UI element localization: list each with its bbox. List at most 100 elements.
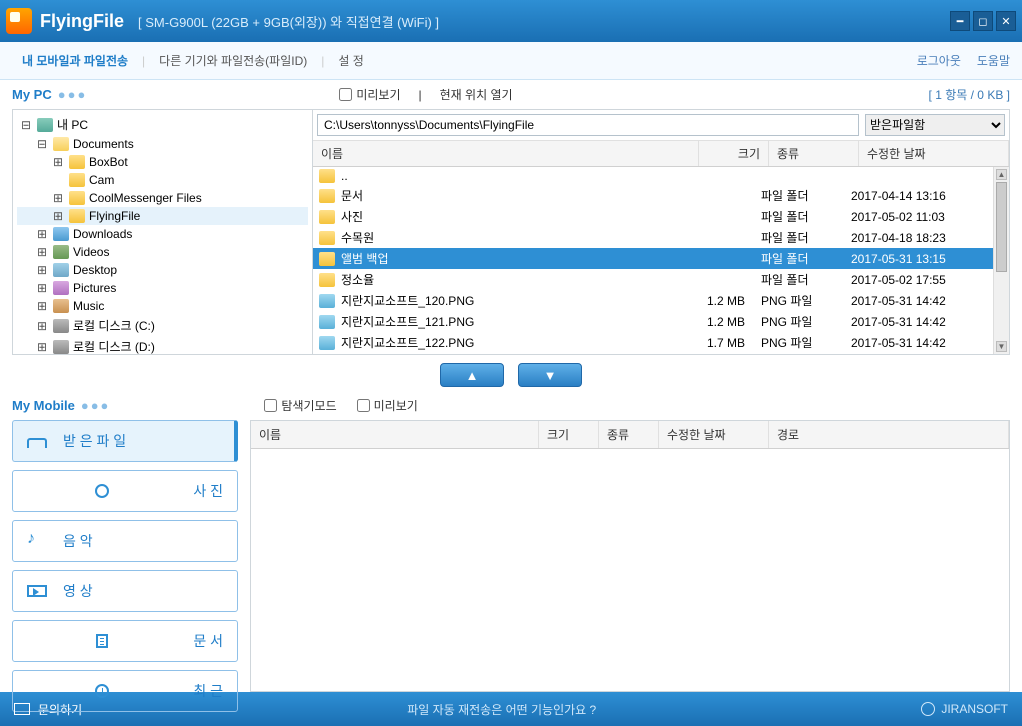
- video-icon: [53, 245, 69, 259]
- selection-status: [ 1 항목 / 0 KB ]: [929, 86, 1010, 103]
- folder-icon: [319, 252, 335, 266]
- tree-flyingfile[interactable]: ⊞FlyingFile: [17, 207, 308, 225]
- tab-mobile-transfer[interactable]: 내 모바일과 파일전송: [12, 48, 138, 73]
- file-row[interactable]: 지란지교소프트_123.PNG966 KBPNG 파일2017-05-31 14…: [313, 353, 993, 354]
- mobile-section: 받 은 파 일 사 진 음 악 영 상 문 서 최 근 이름 크기 종류 수정한…: [12, 420, 1010, 692]
- scrollbar[interactable]: ▲▼: [993, 167, 1009, 354]
- document-icon: [96, 634, 108, 648]
- nav-received-files[interactable]: 받 은 파 일: [12, 420, 238, 462]
- pc-section-header: My PC ●●● 미리보기 | 현재 위치 열기 [ 1 항목 / 0 KB …: [0, 80, 1022, 109]
- tree-coolmessenger[interactable]: ⊞CoolMessenger Files: [17, 189, 308, 207]
- png-icon: [319, 294, 335, 308]
- file-row-up[interactable]: ..: [313, 167, 993, 185]
- address-input[interactable]: [317, 114, 859, 136]
- mobile-preview-checkbox[interactable]: 미리보기: [357, 397, 418, 414]
- download-icon: [53, 227, 69, 241]
- mcol-name[interactable]: 이름: [251, 421, 539, 448]
- tree-boxbot[interactable]: ⊞BoxBot: [17, 153, 308, 171]
- file-list-pane: 받은파일함 이름 크기 종류 수정한 날짜 .. 문서파일 폴더2017-04-…: [313, 110, 1009, 354]
- help-link[interactable]: 도움말: [977, 52, 1010, 69]
- col-type[interactable]: 종류: [769, 141, 859, 166]
- close-button[interactable]: ✕: [996, 11, 1016, 31]
- mobile-nav: 받 은 파 일 사 진 음 악 영 상 문 서 최 근: [12, 420, 238, 692]
- col-size[interactable]: 크기: [699, 141, 769, 166]
- tree-pictures[interactable]: ⊞Pictures: [17, 279, 308, 297]
- nav-photos[interactable]: 사 진: [12, 470, 238, 512]
- mcol-date[interactable]: 수정한 날짜: [659, 421, 769, 448]
- maximize-button[interactable]: ◻: [973, 11, 993, 31]
- file-row[interactable]: 문서파일 폴더2017-04-14 13:16: [313, 185, 993, 206]
- file-row[interactable]: 지란지교소프트_121.PNG1.2 MBPNG 파일2017-05-31 14…: [313, 311, 993, 332]
- file-row[interactable]: 사진파일 폴더2017-05-02 11:03: [313, 206, 993, 227]
- inbox-icon: [27, 438, 47, 448]
- file-row[interactable]: 지란지교소프트_122.PNG1.7 MBPNG 파일2017-05-31 14…: [313, 332, 993, 353]
- tree-music[interactable]: ⊞Music: [17, 297, 308, 315]
- mcol-path[interactable]: 경로: [769, 421, 1009, 448]
- tree-cam[interactable]: Cam: [17, 171, 308, 189]
- download-button[interactable]: ▼: [518, 363, 582, 387]
- tab-fileid-transfer[interactable]: 다른 기기와 파일전송(파일ID): [149, 48, 317, 73]
- disk-icon: [53, 319, 69, 333]
- upload-button[interactable]: ▲: [440, 363, 504, 387]
- nav-recent[interactable]: 최 근: [12, 670, 238, 712]
- tree-root-pc[interactable]: ⊟내 PC: [17, 114, 308, 135]
- tree-videos[interactable]: ⊞Videos: [17, 243, 308, 261]
- tree-disk-d[interactable]: ⊞로컬 디스크 (D:): [17, 336, 308, 354]
- tree-desktop[interactable]: ⊞Desktop: [17, 261, 308, 279]
- scroll-thumb[interactable]: [996, 182, 1007, 272]
- file-row[interactable]: 지란지교소프트_120.PNG1.2 MBPNG 파일2017-05-31 14…: [313, 290, 993, 311]
- file-row[interactable]: 수목원파일 폴더2017-04-18 18:23: [313, 227, 993, 248]
- camera-icon: [95, 484, 109, 498]
- dots-icon: ●●●: [58, 87, 88, 102]
- folder-icon: [319, 189, 335, 203]
- minimize-button[interactable]: ━: [950, 11, 970, 31]
- envelope-icon: [14, 703, 30, 715]
- col-date[interactable]: 수정한 날짜: [859, 141, 1009, 166]
- folder-tree[interactable]: ⊟내 PC ⊟Documents ⊞BoxBot Cam ⊞CoolMessen…: [13, 110, 313, 354]
- target-folder-select[interactable]: 받은파일함: [865, 114, 1005, 136]
- window-controls: ━ ◻ ✕: [950, 11, 1016, 31]
- folder-icon: [69, 191, 85, 205]
- open-location-link[interactable]: 현재 위치 열기: [440, 86, 513, 103]
- desktop-icon: [53, 263, 69, 277]
- app-logo-icon: [6, 8, 32, 34]
- computer-icon: [37, 118, 53, 132]
- scroll-up-icon[interactable]: ▲: [996, 169, 1007, 180]
- scroll-down-icon[interactable]: ▼: [996, 341, 1007, 352]
- nav-videos[interactable]: 영 상: [12, 570, 238, 612]
- file-row[interactable]: 정소율파일 폴더2017-05-02 17:55: [313, 269, 993, 290]
- video-icon: [27, 585, 47, 597]
- brand-link[interactable]: JIRANSOFT: [921, 702, 1008, 716]
- pictures-icon: [53, 281, 69, 295]
- preview-checkbox[interactable]: 미리보기: [339, 86, 400, 103]
- mobile-grid-header: 이름 크기 종류 수정한 날짜 경로: [251, 421, 1009, 449]
- logout-link[interactable]: 로그아웃: [917, 52, 961, 69]
- tree-documents[interactable]: ⊟Documents: [17, 135, 308, 153]
- file-rows[interactable]: .. 문서파일 폴더2017-04-14 13:16 사진파일 폴더2017-0…: [313, 167, 993, 354]
- png-icon: [319, 315, 335, 329]
- mcol-type[interactable]: 종류: [599, 421, 659, 448]
- col-name[interactable]: 이름: [313, 141, 699, 166]
- explorer-mode-checkbox[interactable]: 탐색기모드: [264, 397, 336, 414]
- disk-icon: [53, 340, 69, 354]
- folder-icon: [319, 231, 335, 245]
- mobile-section-header: My Mobile ●●●: [12, 396, 110, 419]
- nav-music[interactable]: 음 악: [12, 520, 238, 562]
- transfer-buttons: ▲ ▼: [0, 355, 1022, 395]
- clock-icon: [95, 684, 109, 698]
- folder-icon: [319, 169, 335, 183]
- file-list-header: 이름 크기 종류 수정한 날짜: [313, 140, 1009, 167]
- folder-icon: [319, 273, 335, 287]
- music-icon: [53, 299, 69, 313]
- tab-settings[interactable]: 설 정: [328, 48, 373, 73]
- nav-documents[interactable]: 문 서: [12, 620, 238, 662]
- mobile-grid[interactable]: 이름 크기 종류 수정한 날짜 경로: [250, 420, 1010, 692]
- mobile-file-list: 이름 크기 종류 수정한 날짜 경로: [250, 420, 1010, 692]
- folder-icon: [69, 209, 85, 223]
- file-row-selected[interactable]: 앨범 백업파일 폴더2017-05-31 13:15: [313, 248, 993, 269]
- tree-disk-c[interactable]: ⊞로컬 디스크 (C:): [17, 315, 308, 336]
- mcol-size[interactable]: 크기: [539, 421, 599, 448]
- tree-downloads[interactable]: ⊞Downloads: [17, 225, 308, 243]
- dots-icon: ●●●: [81, 398, 111, 413]
- app-title: FlyingFile: [40, 11, 124, 32]
